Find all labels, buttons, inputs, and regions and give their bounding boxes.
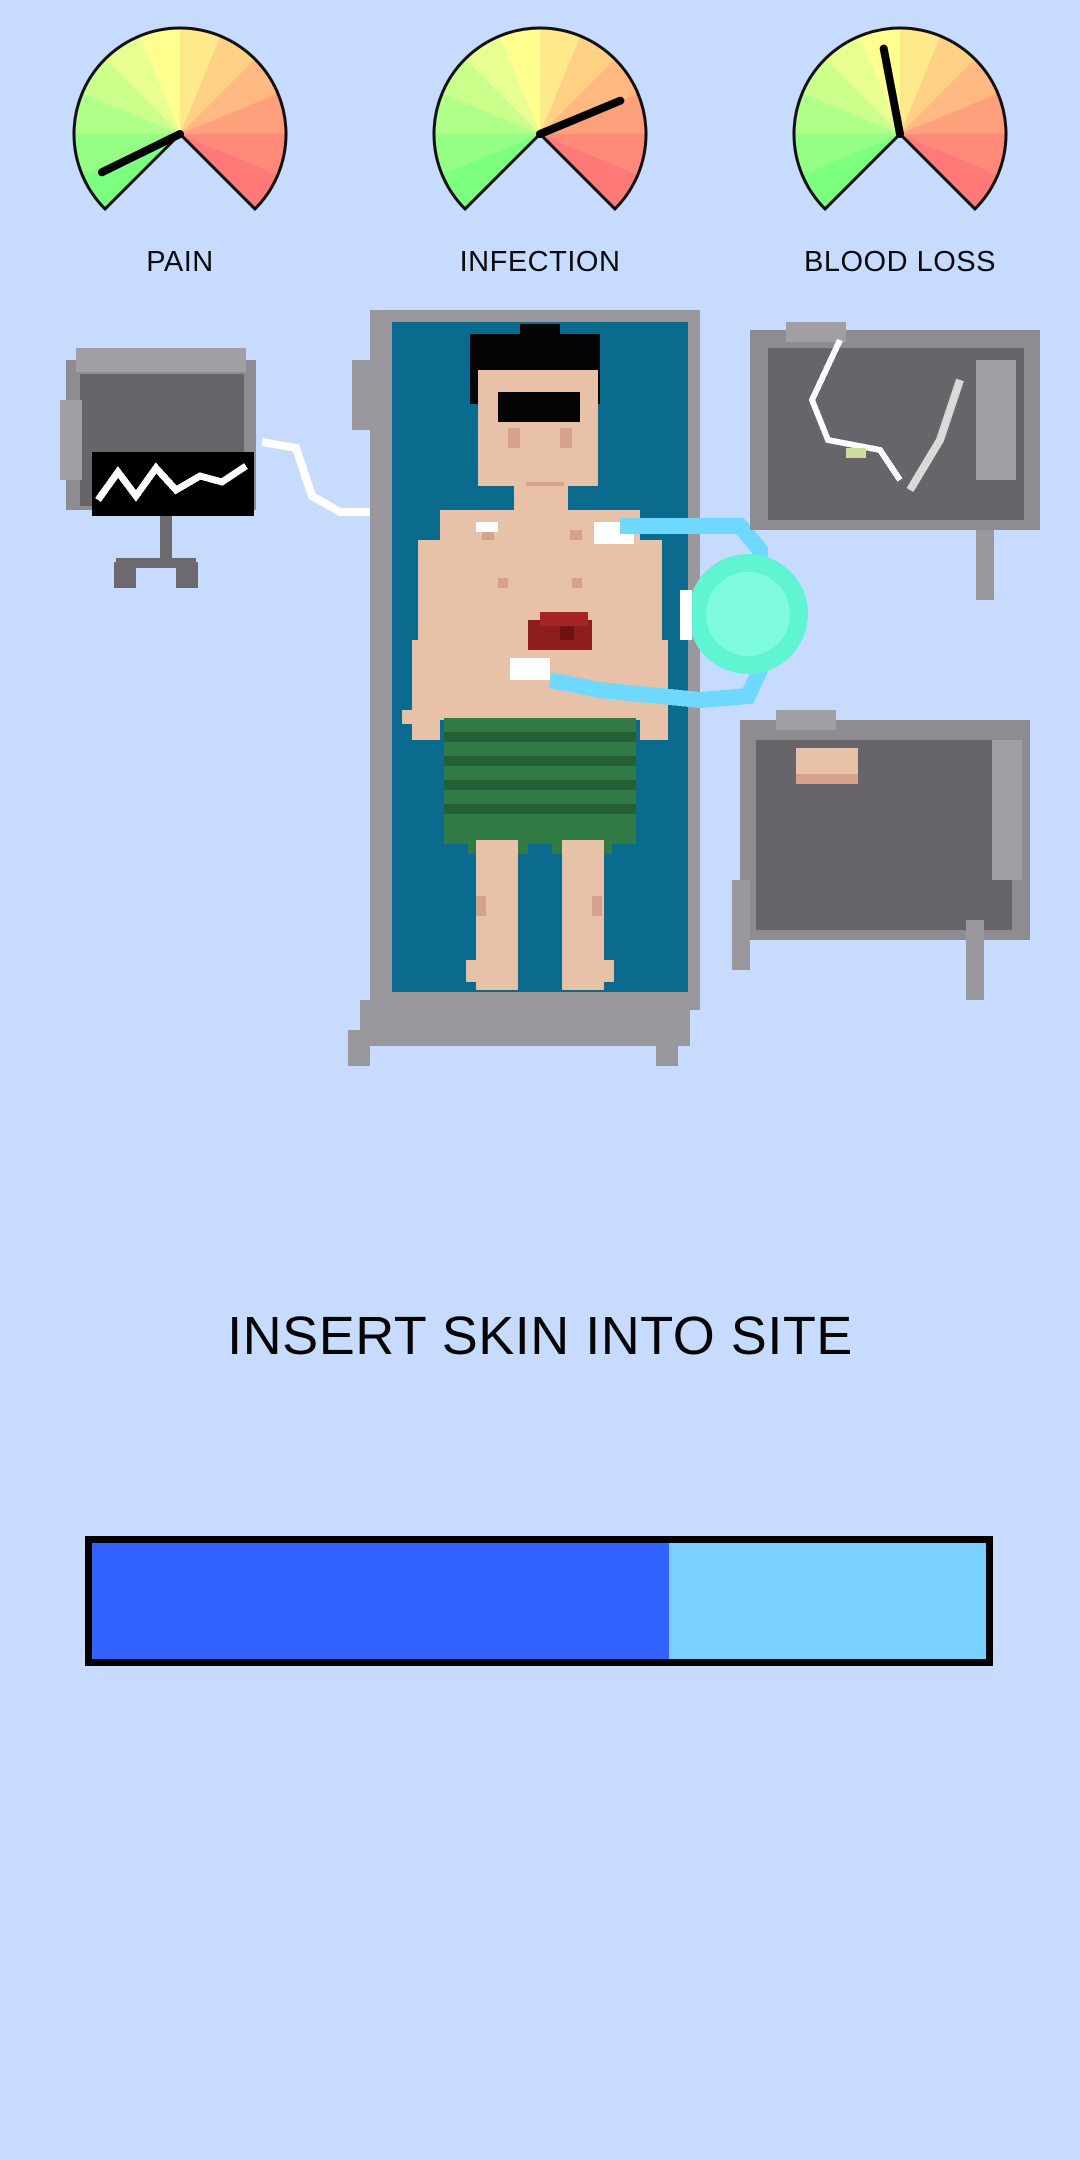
blood-loss-dial: [792, 26, 1008, 212]
patient-shorts: [444, 718, 636, 854]
scalpel-tray: [750, 322, 1040, 600]
skin-graft-tray: [732, 710, 1030, 1000]
progress-bar-fill: [92, 1543, 669, 1659]
infection-gauge: INFECTION: [430, 24, 650, 278]
infection-gauge-label: INFECTION: [459, 246, 621, 278]
blood-loss-gauge: BLOOD LOSS: [790, 24, 1010, 278]
pain-gauge-label: PAIN: [146, 246, 214, 278]
infection-dial: [432, 26, 648, 212]
skin-graft-piece[interactable]: [796, 748, 858, 784]
pain-dial: [72, 26, 288, 212]
instruction-text: INSERT SKIN INTO SITE: [227, 1306, 853, 1366]
blood-loss-gauge-label: BLOOD LOSS: [804, 246, 996, 278]
progress-bar: [85, 1536, 993, 1666]
pain-gauge: PAIN: [70, 24, 290, 278]
operating-scene: [0, 300, 1080, 1080]
